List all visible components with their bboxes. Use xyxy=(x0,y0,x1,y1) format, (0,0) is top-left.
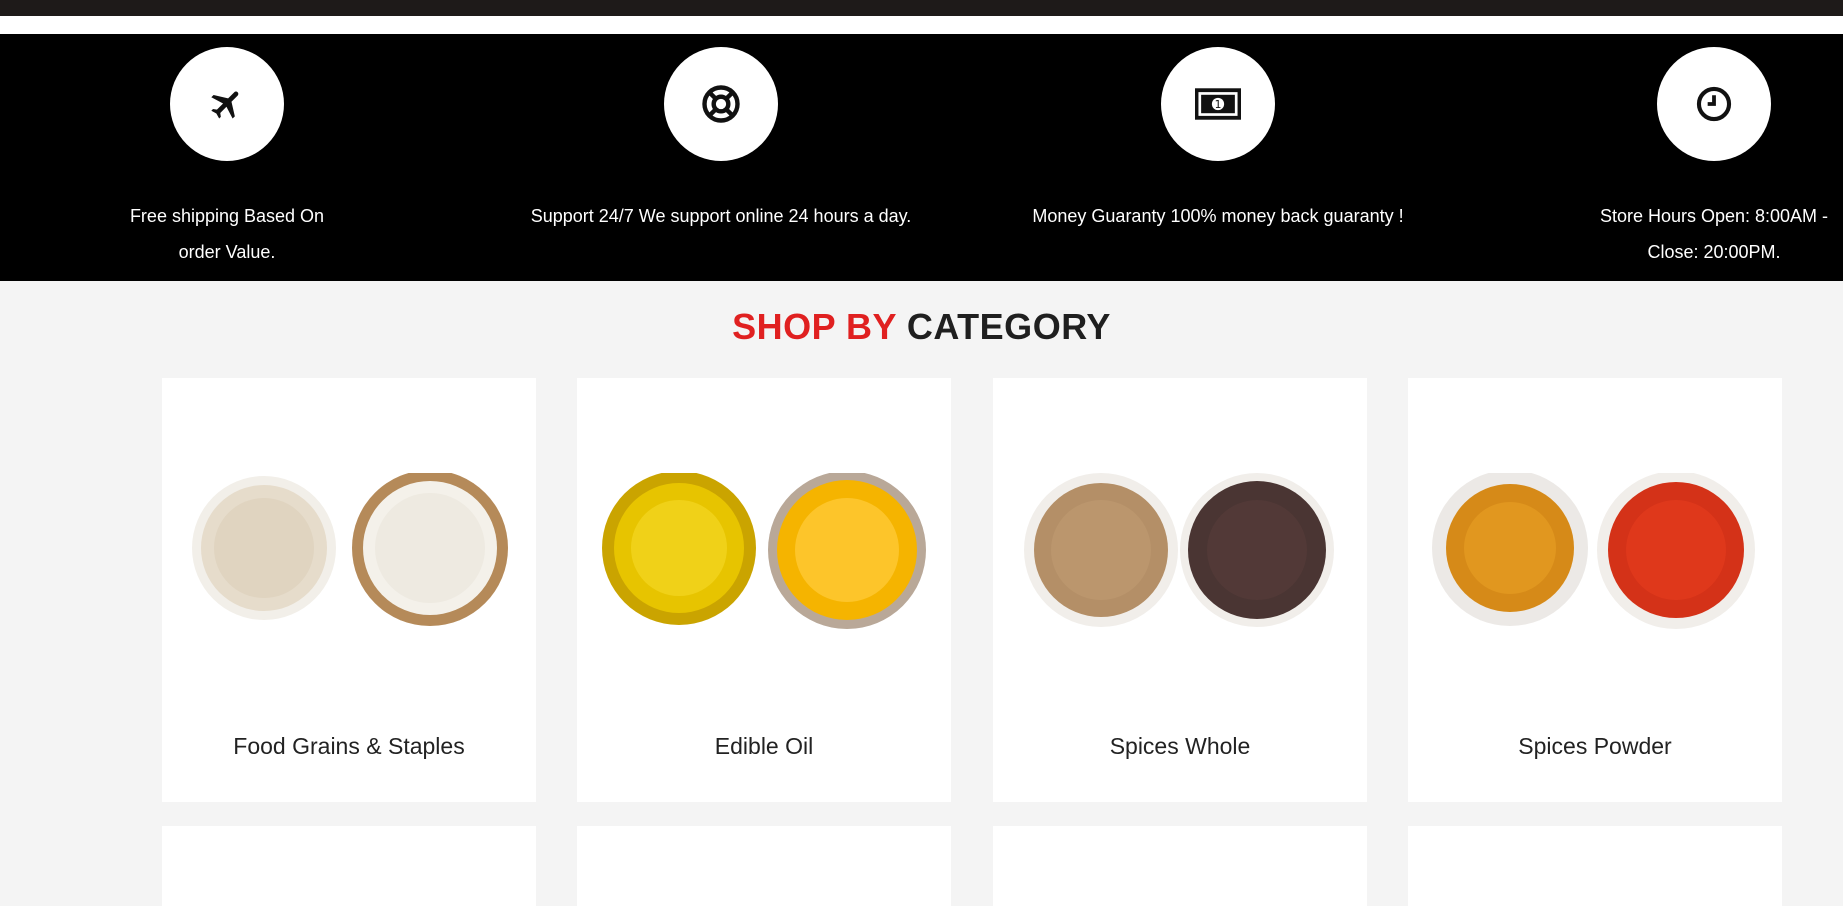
lifebuoy-icon xyxy=(702,85,740,123)
feature-line: Money Guaranty 100% money back guaranty … xyxy=(1032,206,1404,226)
oil-bowls-image xyxy=(602,473,926,629)
category-card-food-grains[interactable]: Food Grains & Staples xyxy=(162,378,536,802)
feature-line: Support 24/7 We support online 24 hours … xyxy=(530,206,912,226)
category-card[interactable] xyxy=(162,826,536,906)
category-card[interactable] xyxy=(577,826,951,906)
hero-banner-edge xyxy=(0,0,1843,16)
feature-icon-circle xyxy=(664,47,778,161)
airplane-icon xyxy=(211,91,239,119)
section-title: SHOP BY CATEGORY xyxy=(0,306,1843,348)
clock-icon xyxy=(1696,86,1732,122)
feature-support: Support 24/7 We support online 24 hours … xyxy=(501,34,941,281)
powder-spices-bowls-image xyxy=(1432,473,1755,629)
feature-text: Money Guaranty 100% money back guaranty … xyxy=(998,198,1438,234)
category-label[interactable]: Food Grains & Staples xyxy=(162,733,536,760)
category-label[interactable]: Spices Whole xyxy=(993,733,1367,760)
feature-line: Free shipping Based On xyxy=(129,206,325,226)
features-bar: Free shipping Based On order Value. Supp… xyxy=(0,34,1843,281)
feature-text: Free shipping Based On order Value. xyxy=(7,198,447,270)
feature-line: order Value. xyxy=(178,242,276,262)
feature-icon-circle xyxy=(1657,47,1771,161)
category-card-edible-oil[interactable]: Edible Oil xyxy=(577,378,951,802)
section-title-highlight: SHOP BY xyxy=(732,306,897,347)
feature-icon-circle: 1 xyxy=(1161,47,1275,161)
feature-icon-circle xyxy=(170,47,284,161)
feature-shipping: Free shipping Based On order Value. xyxy=(7,34,447,281)
svg-text:1: 1 xyxy=(1215,98,1222,111)
banner-divider xyxy=(0,16,1843,34)
feature-line: Store Hours Open: 8:00AM - xyxy=(1599,206,1829,226)
feature-money: 1 Money Guaranty 100% money back guarant… xyxy=(998,34,1438,281)
feature-hours: Store Hours Open: 8:00AM - Close: 20:00P… xyxy=(1494,34,1843,281)
feature-line: Close: 20:00PM. xyxy=(1647,242,1781,262)
section-title-rest: CATEGORY xyxy=(906,306,1111,347)
category-card[interactable] xyxy=(1408,826,1782,906)
category-label[interactable]: Spices Powder xyxy=(1408,733,1782,760)
feature-text: Store Hours Open: 8:00AM - Close: 20:00P… xyxy=(1494,198,1843,270)
category-label[interactable]: Edible Oil xyxy=(577,733,951,760)
category-card[interactable] xyxy=(993,826,1367,906)
rice-bowls-image xyxy=(192,473,508,626)
money-icon: 1 xyxy=(1195,88,1241,120)
feature-text: Support 24/7 We support online 24 hours … xyxy=(501,198,941,234)
whole-spices-bowls-image xyxy=(1024,473,1334,627)
category-card-spices-powder[interactable]: Spices Powder xyxy=(1408,378,1782,802)
category-card-spices-whole[interactable]: Spices Whole xyxy=(993,378,1367,802)
